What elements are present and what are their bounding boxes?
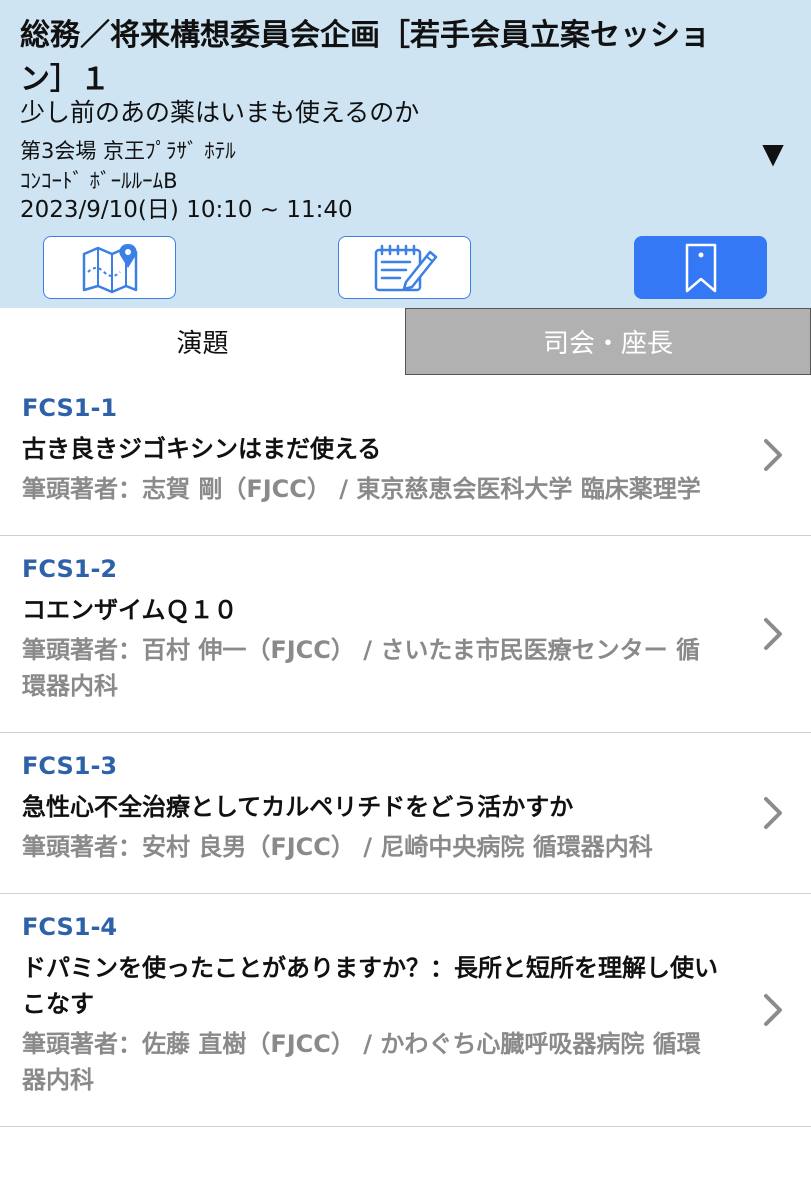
- tab-presentations[interactable]: 演題: [0, 308, 405, 375]
- session-datetime: 2023/9/10(日) 10:10 ~ 11:40: [20, 197, 353, 223]
- list-item[interactable]: FCS1-3 急性心不全治療としてカルペリチドをどう活かすか 筆頭著者：安村 良…: [0, 733, 811, 894]
- chevron-right-icon: [764, 797, 782, 829]
- presentation-title: ドパミンを使ったことがありますか？：長所と短所を理解し使いこなす: [22, 954, 718, 1018]
- session-header: 総務／将来構想委員会企画［若手会員立案セッション］１ 少し前のあの薬はいまも使え…: [0, 0, 811, 308]
- memo-button[interactable]: [338, 236, 471, 299]
- presentation-code: FCS1-3: [22, 752, 118, 780]
- presentation-author: 筆頭著者：安村 良男（FJCC） / 尼崎中央病院 循環器内科: [22, 833, 653, 861]
- presentation-author: 筆頭著者：志賀 剛（FJCC） / 東京慈恵会医科大学 臨床薬理学: [22, 475, 701, 503]
- presentation-code: FCS1-2: [22, 555, 118, 583]
- tab-bar: 演題 司会・座長: [0, 308, 811, 375]
- presentation-author: 筆頭著者：佐藤 直樹（FJCC） / かわぐち心臓呼吸器病院 循環器内科: [22, 1030, 701, 1094]
- session-subtitle: 少し前のあの薬はいまも使えるのか: [20, 98, 420, 127]
- bookmark-button[interactable]: [634, 236, 767, 299]
- presentation-title: コエンザイムＱ１０: [22, 596, 238, 624]
- chevron-right-icon: [764, 618, 782, 650]
- session-venue: 第3会場 京王ﾌﾟﾗｻﾞ ﾎﾃﾙ: [20, 139, 236, 163]
- list-item[interactable]: FCS1-4 ドパミンを使ったことがありますか？：長所と短所を理解し使いこなす …: [0, 894, 811, 1127]
- session-room: ｺﾝｺｰﾄﾞ ﾎﾞｰﾙﾙｰﾑB: [20, 169, 178, 193]
- expand-toggle-icon[interactable]: ▼: [757, 140, 789, 168]
- notepad-pencil-icon: [374, 244, 437, 291]
- list-item[interactable]: FCS1-1 古き良きジゴキシンはまだ使える 筆頭著者：志賀 剛（FJCC） /…: [0, 375, 811, 536]
- chevron-right-icon: [764, 994, 782, 1026]
- session-title: 総務／将来構想委員会企画［若手会員立案セッション］１: [20, 18, 710, 97]
- presentation-code: FCS1-4: [22, 913, 118, 941]
- map-pin-icon: [82, 243, 137, 293]
- bookmark-icon: [685, 243, 716, 292]
- tab-chairs[interactable]: 司会・座長: [405, 308, 811, 375]
- list-item[interactable]: FCS1-2 コエンザイムＱ１０ 筆頭著者：百村 伸一（FJCC） / さいたま…: [0, 536, 811, 733]
- presentation-title: 古き良きジゴキシンはまだ使える: [22, 435, 382, 463]
- map-button[interactable]: [43, 236, 176, 299]
- presentation-title: 急性心不全治療としてカルペリチドをどう活かすか: [22, 793, 574, 821]
- presentation-author: 筆頭著者：百村 伸一（FJCC） / さいたま市民医療センター 循環器内科: [22, 636, 701, 700]
- chevron-right-icon: [764, 439, 782, 471]
- presentation-code: FCS1-1: [22, 394, 118, 422]
- presentation-list: FCS1-1 古き良きジゴキシンはまだ使える 筆頭著者：志賀 剛（FJCC） /…: [0, 375, 811, 1127]
